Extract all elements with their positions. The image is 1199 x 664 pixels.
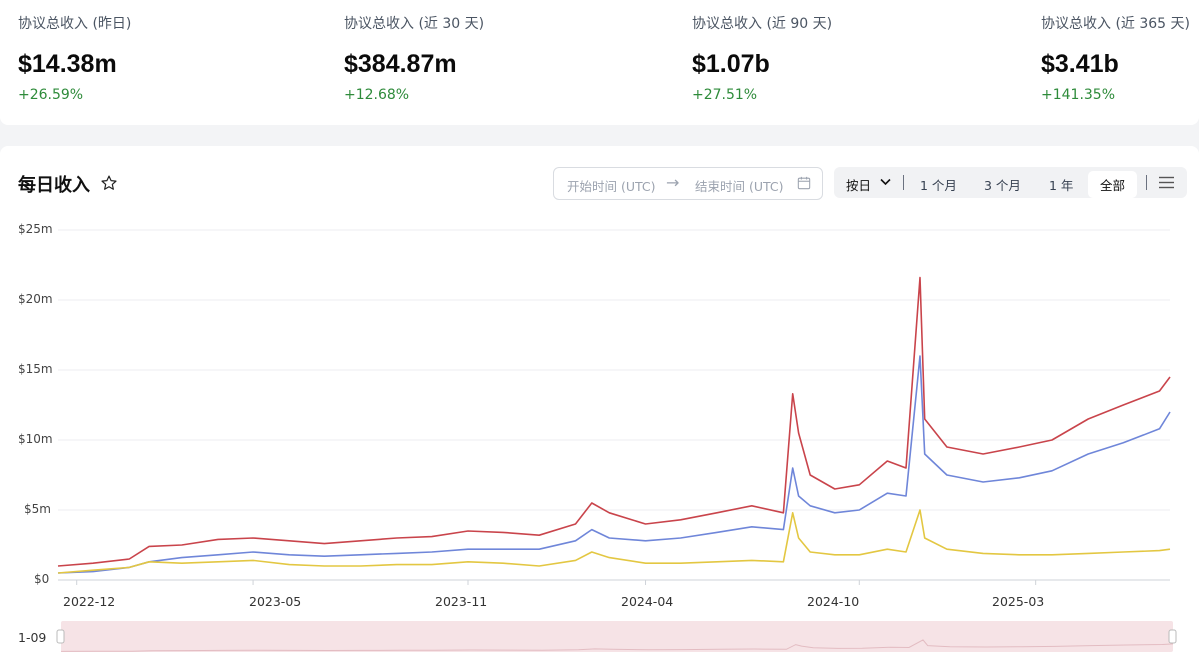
stat-value: $384.87m: [344, 50, 457, 78]
range-1-month[interactable]: 1 个月: [920, 175, 957, 194]
calendar-icon[interactable]: [797, 176, 811, 190]
x-tick-label: 2024-04: [621, 594, 674, 609]
range-3-months[interactable]: 3 个月: [984, 175, 1021, 194]
panel-title: 每日收入: [18, 175, 90, 196]
arrow-right-icon: →: [666, 173, 680, 192]
y-tick-label: $10m: [18, 432, 53, 446]
star-icon[interactable]: [100, 174, 118, 192]
stat-change: +27.51%: [692, 87, 758, 103]
stat-change: +26.59%: [18, 87, 84, 103]
y-tick-label: $0: [34, 572, 50, 586]
slider-handle-right[interactable]: [1168, 629, 1177, 644]
range-slider: [61, 621, 1173, 652]
slider-handle-left[interactable]: [56, 629, 65, 644]
stat-label: 协议总收入 (昨日): [18, 16, 132, 32]
chevron-down-icon[interactable]: [880, 178, 891, 186]
x-tick-label: 2025-03: [992, 594, 1045, 609]
series-line-2: [57, 509, 1171, 574]
stat-change: +141.35%: [1041, 87, 1116, 103]
stat-change: +12.68%: [344, 87, 410, 103]
y-tick-label: $20m: [18, 292, 53, 306]
divider: [1146, 175, 1147, 190]
x-tick-label: 2023-05: [249, 594, 302, 609]
y-tick-label: $5m: [24, 502, 51, 516]
y-tick-label: $15m: [18, 362, 53, 376]
y-tick-label: $25m: [18, 222, 53, 236]
daily-revenue-panel: 每日收入 开始时间 (UTC) → 结束时间 (UTC) 按日 1 个月 3 个…: [0, 146, 1199, 664]
series-line-1: [57, 355, 1171, 574]
range-toolbar: 按日 1 个月 3 个月 1 年 全部: [834, 167, 1187, 198]
x-tick-label: 2023-11: [435, 594, 488, 609]
menu-icon[interactable]: [1159, 176, 1174, 189]
x-tick-label: 2024-10: [807, 594, 860, 609]
end-date-input[interactable]: 结束时间 (UTC): [695, 176, 784, 195]
range-1-year[interactable]: 1 年: [1049, 175, 1073, 194]
slider-start-label: 1-09: [18, 630, 47, 645]
stat-value: $3.41b: [1041, 50, 1119, 78]
stat-label: 协议总收入 (近 365 天): [1041, 16, 1190, 32]
stat-value: $14.38m: [18, 50, 117, 78]
revenue-line-chart: [56, 229, 1177, 652]
stat-value: $1.07b: [692, 50, 770, 78]
stat-label: 协议总收入 (近 30 天): [344, 16, 485, 32]
x-tick-label: 2022-12: [63, 594, 116, 609]
granularity-select[interactable]: 按日: [846, 175, 871, 194]
range-all[interactable]: 全部: [1088, 171, 1138, 198]
series-line-0: [57, 276, 1171, 567]
stat-label: 协议总收入 (近 90 天): [692, 16, 833, 32]
start-date-input[interactable]: 开始时间 (UTC): [567, 176, 656, 195]
date-range-picker[interactable]: 开始时间 (UTC) → 结束时间 (UTC): [553, 167, 823, 200]
stats-bar: 协议总收入 (昨日) $14.38m +26.59% 协议总收入 (近 30 天…: [0, 0, 1199, 125]
divider: [903, 175, 904, 190]
